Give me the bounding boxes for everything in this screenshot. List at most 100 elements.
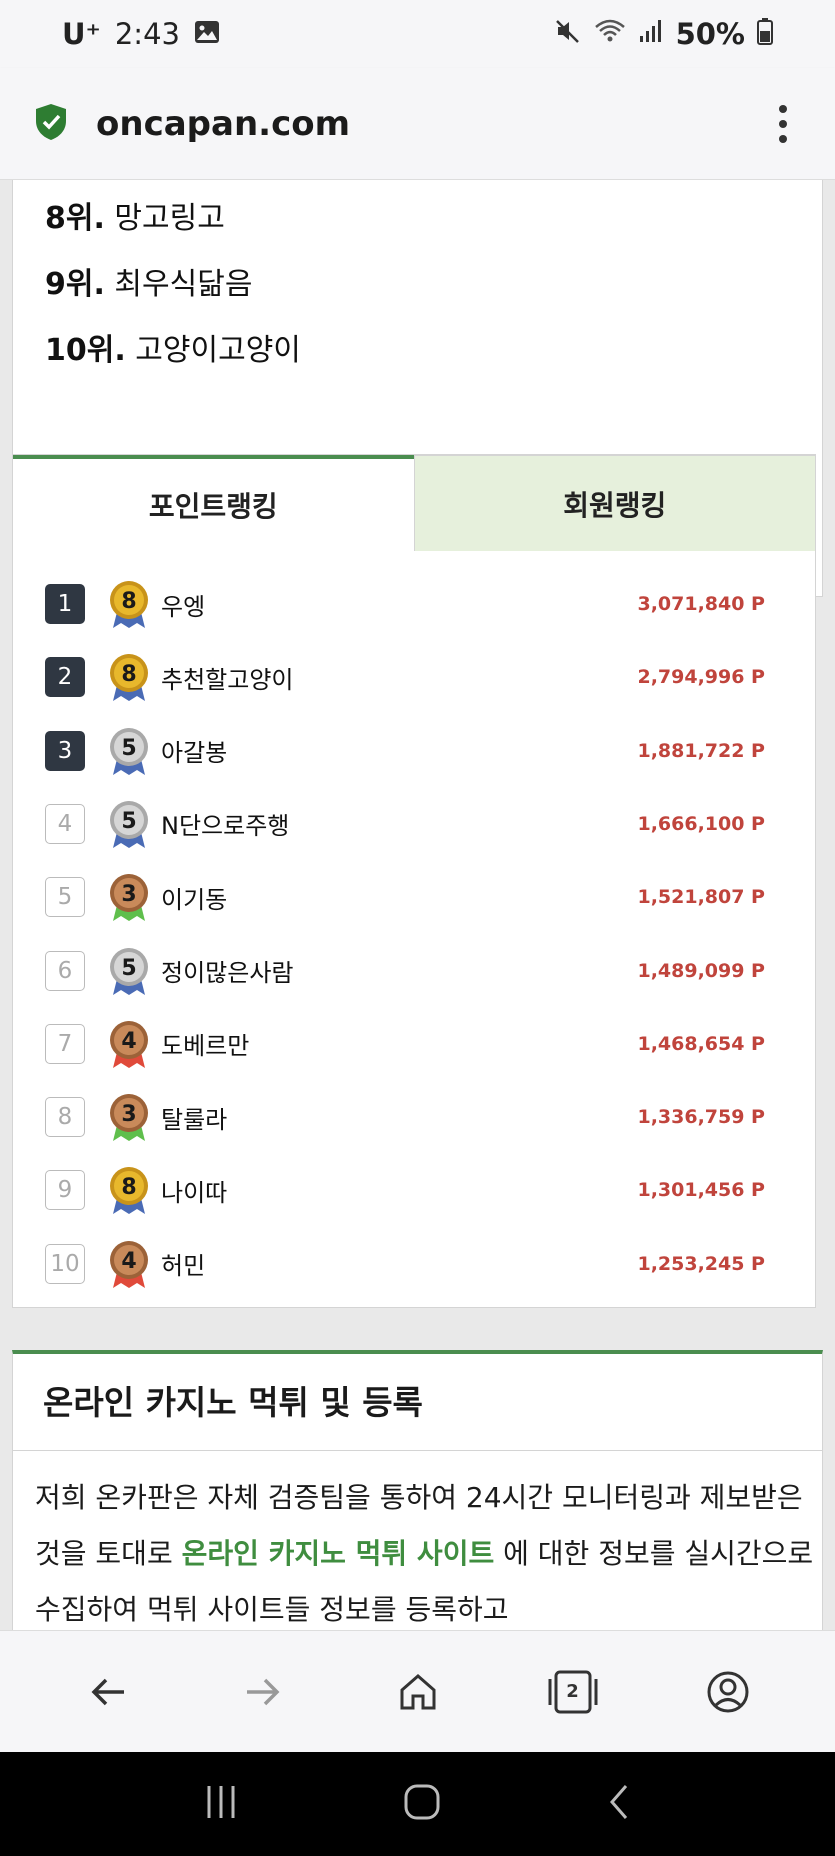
user-points: 1,521,807 P bbox=[637, 886, 765, 909]
user-points: 1,468,654 P bbox=[637, 1032, 765, 1055]
home-button[interactable] bbox=[386, 1660, 450, 1724]
ranking-row[interactable]: 5 3 이기동 1,521,807 P bbox=[13, 866, 815, 928]
top-rank-item[interactable]: 10위. 고양이고양이 bbox=[45, 325, 301, 369]
user-points: 2,794,996 P bbox=[637, 666, 765, 689]
svg-text:8: 8 bbox=[121, 589, 136, 614]
rank-number: 10 bbox=[45, 1243, 85, 1284]
tabs-button[interactable]: 2 bbox=[541, 1660, 605, 1724]
status-bar: U⁺ 2:43 50% bbox=[0, 0, 835, 68]
rank-number: 3 bbox=[45, 730, 85, 771]
svg-text:8: 8 bbox=[121, 1175, 136, 1200]
page-content: 8위. 망고링고 9위. 최우식닮음 10위. 고양이고양이 포인트랭킹 회원랭… bbox=[0, 180, 835, 1630]
arrow-left-icon bbox=[91, 1678, 124, 1705]
level-medal-icon: 3 bbox=[105, 1091, 153, 1143]
user-name[interactable]: 정이많은사람 bbox=[161, 953, 293, 988]
image-icon bbox=[194, 17, 220, 51]
svg-text:5: 5 bbox=[121, 736, 136, 761]
home-nav-icon bbox=[404, 1784, 440, 1820]
url-text[interactable]: oncapan.com bbox=[96, 104, 350, 144]
back-nav-icon bbox=[610, 1785, 628, 1819]
mute-icon bbox=[554, 17, 582, 52]
user-name[interactable]: 우엥 bbox=[161, 587, 205, 622]
user-points: 1,253,245 P bbox=[637, 1252, 765, 1275]
svg-text:4: 4 bbox=[121, 1029, 136, 1054]
level-medal-icon: 5 bbox=[105, 798, 153, 850]
clock: 2:43 bbox=[114, 17, 180, 51]
user-name[interactable]: 나이따 bbox=[161, 1173, 227, 1208]
svg-text:8: 8 bbox=[121, 662, 136, 687]
ranking-row[interactable]: 1 8 우엥 3,071,840 P bbox=[13, 573, 815, 635]
ranking-row[interactable]: 9 8 나이따 1,301,456 P bbox=[13, 1159, 815, 1221]
user-points: 1,666,100 P bbox=[637, 812, 765, 835]
recent-apps-button[interactable] bbox=[201, 1784, 241, 1824]
ranking-card: 포인트랭킹 회원랭킹 1 8 우엥 3,071,840 P 2 8 추천할고양이 2,794,… bbox=[12, 454, 816, 1308]
rank-number: 6 bbox=[45, 950, 85, 991]
shield-check-icon[interactable] bbox=[34, 103, 68, 145]
user-name[interactable]: N단으로주행 bbox=[161, 806, 289, 841]
arrow-right-icon bbox=[246, 1678, 279, 1705]
level-medal-icon: 5 bbox=[105, 945, 153, 997]
rank-number: 9 bbox=[45, 1170, 85, 1211]
ranking-row[interactable]: 8 3 탈룰라 1,336,759 P bbox=[13, 1086, 815, 1148]
wifi-icon bbox=[594, 17, 626, 52]
user-name[interactable]: 추천할고양이 bbox=[161, 660, 293, 695]
top-rank-item[interactable]: 9위. 최우식닮음 bbox=[45, 259, 252, 303]
user-points: 1,489,099 P bbox=[637, 959, 765, 982]
svg-text:3: 3 bbox=[121, 1102, 136, 1127]
rank-number: 5 bbox=[45, 877, 85, 918]
casino-section: 온라인 카지노 먹튀 및 등록 저희 온카판은 자체 검증팀을 통하여 24시간… bbox=[12, 1350, 823, 1630]
browser-toolbar: 2 bbox=[0, 1630, 835, 1752]
ranking-row[interactable]: 7 4 도베르만 1,468,654 P bbox=[13, 1013, 815, 1075]
tab-count: 2 bbox=[566, 1681, 579, 1702]
level-medal-icon: 8 bbox=[105, 1164, 153, 1216]
tab-member-ranking[interactable]: 회원랭킹 bbox=[413, 455, 815, 551]
profile-icon bbox=[707, 1671, 748, 1712]
rank-number: 8 bbox=[45, 1097, 85, 1138]
level-medal-icon: 4 bbox=[105, 1238, 153, 1290]
ranking-row[interactable]: 2 8 추천할고양이 2,794,996 P bbox=[13, 646, 815, 708]
casino-description: 저희 온카판은 자체 검증팀을 통하여 24시간 모니터링과 제보받은 것을 토… bbox=[35, 1481, 814, 1626]
carrier-label: U⁺ bbox=[62, 17, 101, 51]
system-navigation bbox=[0, 1752, 835, 1856]
user-points: 1,301,456 P bbox=[637, 1179, 765, 1202]
rank-number: 4 bbox=[45, 803, 85, 844]
svg-text:3: 3 bbox=[121, 882, 136, 907]
forward-button[interactable] bbox=[231, 1660, 295, 1724]
divider bbox=[13, 1450, 822, 1451]
casino-title: 온라인 카지노 먹튀 및 등록 bbox=[43, 1383, 423, 1422]
rank-number: 2 bbox=[45, 657, 85, 698]
rank-number: 1 bbox=[45, 584, 85, 624]
level-medal-icon: 4 bbox=[105, 1018, 153, 1070]
battery-label: 50% bbox=[675, 17, 745, 51]
profile-button[interactable] bbox=[696, 1660, 760, 1724]
tab-point-ranking[interactable]: 포인트랭킹 bbox=[13, 455, 414, 551]
home-nav-button[interactable] bbox=[402, 1782, 442, 1826]
ranking-row[interactable]: 3 5 아갈봉 1,881,722 P bbox=[13, 720, 815, 782]
ranking-row[interactable]: 4 5 N단으로주행 1,666,100 P bbox=[13, 793, 815, 855]
back-button[interactable] bbox=[76, 1660, 140, 1724]
user-name[interactable]: 도베르만 bbox=[161, 1026, 249, 1061]
svg-text:4: 4 bbox=[121, 1249, 136, 1274]
browser-address-bar[interactable]: oncapan.com bbox=[0, 68, 835, 180]
casino-link[interactable]: 온라인 카지노 먹튀 사이트 bbox=[182, 1537, 495, 1570]
user-points: 3,071,840 P bbox=[637, 593, 765, 615]
level-medal-icon: 8 bbox=[105, 578, 153, 630]
more-menu-icon[interactable] bbox=[779, 104, 801, 143]
top-rank-item[interactable]: 8위. 망고링고 bbox=[45, 193, 225, 237]
level-medal-icon: 5 bbox=[105, 725, 153, 777]
ranking-row[interactable]: 6 5 정이많은사람 1,489,099 P bbox=[13, 940, 815, 1002]
home-icon bbox=[400, 1673, 435, 1709]
user-name[interactable]: 이기동 bbox=[161, 880, 227, 915]
user-name[interactable]: 허민 bbox=[161, 1246, 205, 1281]
user-points: 1,336,759 P bbox=[637, 1106, 765, 1129]
user-name[interactable]: 아갈봉 bbox=[161, 733, 227, 768]
ranking-row[interactable]: 10 4 허민 1,253,245 P bbox=[13, 1233, 815, 1295]
level-medal-icon: 3 bbox=[105, 871, 153, 923]
rank-number: 7 bbox=[45, 1023, 85, 1064]
battery-icon bbox=[757, 17, 773, 52]
svg-text:5: 5 bbox=[121, 809, 136, 834]
user-name[interactable]: 탈룰라 bbox=[161, 1100, 227, 1135]
level-medal-icon: 8 bbox=[105, 651, 153, 703]
recent-apps-icon bbox=[207, 1786, 235, 1818]
back-nav-button[interactable] bbox=[604, 1782, 634, 1826]
